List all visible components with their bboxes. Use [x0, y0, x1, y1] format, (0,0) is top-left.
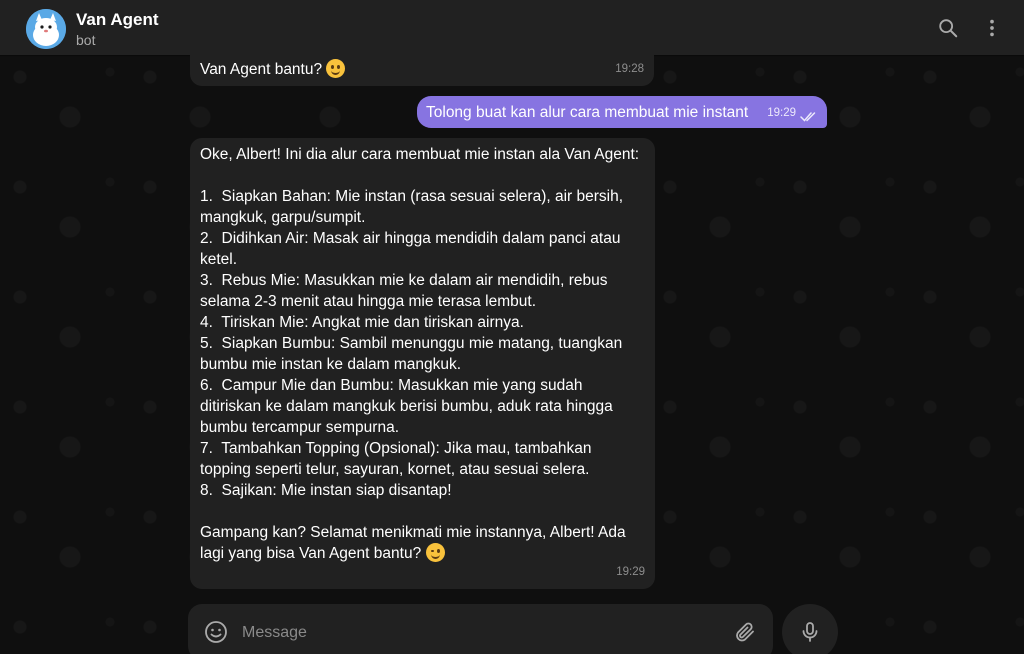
message-incoming[interactable]: Van Agent bantu? 19:28 [190, 40, 654, 86]
smile-icon [205, 621, 227, 643]
message-text: Van Agent bantu? [200, 61, 327, 78]
message-time: 19:28 [615, 63, 644, 75]
message-outgoing[interactable]: Tolong buat kan alur cara membuat mie in… [417, 96, 827, 128]
chat-subtitle: bot [76, 32, 96, 48]
message-time: 19:29 [767, 107, 796, 119]
winking-face-icon [425, 543, 445, 562]
bot-avatar-icon [26, 9, 66, 49]
search-button[interactable] [934, 14, 962, 42]
telegram-chat-window: Van Agent bot Van Agent bantu? 19:28 Tol… [0, 0, 1024, 654]
avatar[interactable] [26, 9, 66, 49]
more-vertical-icon [990, 19, 994, 37]
smiling-face-icon [326, 59, 346, 78]
message-composer [188, 604, 773, 654]
message-input[interactable] [240, 618, 714, 648]
message-incoming[interactable]: Oke, Albert! Ini dia alur cara membuat m… [190, 138, 655, 589]
message-text: Oke, Albert! Ini dia alur cara membuat m… [200, 146, 640, 562]
chat-title: Van Agent [76, 10, 159, 29]
double-check-icon [800, 112, 816, 122]
microphone-icon [802, 622, 818, 642]
paperclip-icon [736, 622, 754, 642]
attach-button[interactable] [733, 620, 757, 644]
voice-record-button[interactable] [782, 604, 838, 654]
message-time: 19:29 [616, 566, 645, 578]
message-text: Tolong buat kan alur cara membuat mie in… [426, 104, 749, 121]
more-button[interactable] [978, 14, 1006, 42]
emoji-button[interactable] [204, 620, 228, 644]
search-icon [939, 19, 958, 38]
